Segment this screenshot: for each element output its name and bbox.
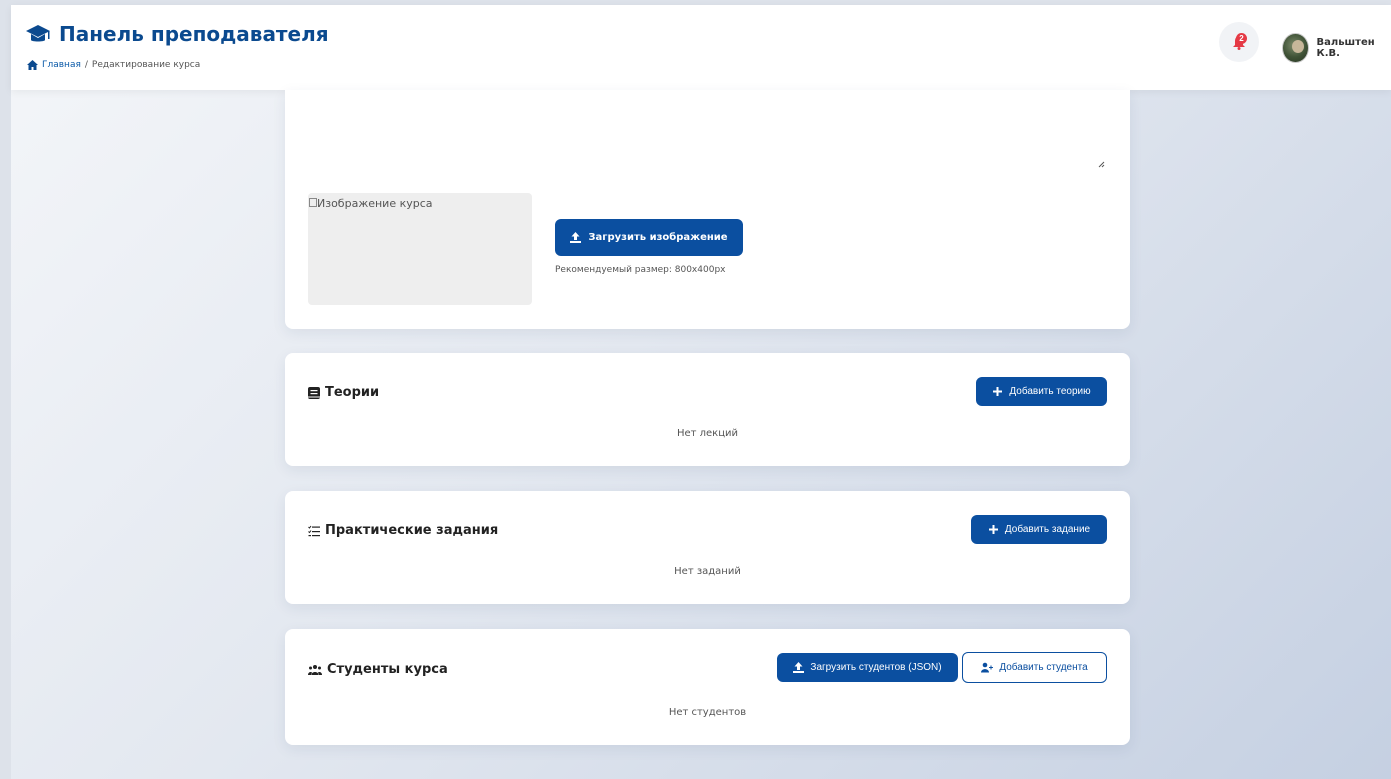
top-header: Панель преподавателя Главная / Редактиро… xyxy=(11,5,1391,90)
breadcrumb-current: Редактирование курса xyxy=(91,60,201,70)
user-name: Вальштен К.В. xyxy=(1316,37,1375,59)
course-image: Изображение курса xyxy=(308,193,532,305)
add-assignment-button[interactable]: Добавить задание xyxy=(971,515,1107,544)
course-image-alt: Изображение курса xyxy=(317,197,433,210)
avatar xyxy=(1282,33,1309,63)
image-size-hint: Рекомендуемый размер: 800x400px xyxy=(555,265,726,275)
assignments-title-text: Практические задания xyxy=(325,523,499,538)
user-plus-icon xyxy=(981,662,994,673)
graduation-cap-icon xyxy=(26,25,50,42)
add-assignment-label: Добавить задание xyxy=(1004,524,1091,535)
add-theory-button[interactable]: Добавить теорию xyxy=(976,377,1107,406)
book-icon xyxy=(308,386,320,399)
page-title: Панель преподавателя xyxy=(59,22,329,46)
upload-icon xyxy=(570,232,582,243)
task-list-icon xyxy=(308,525,320,536)
breadcrumb: Главная / Редактирование курса xyxy=(27,60,200,70)
notifications-button[interactable]: 2 xyxy=(1219,22,1259,62)
user-menu[interactable]: Вальштен К.В. xyxy=(1282,33,1391,63)
plus-icon xyxy=(988,525,998,534)
theories-title-text: Теории xyxy=(325,385,380,400)
assignments-title: Практические задания xyxy=(308,523,498,538)
course-info-card: Изображение курса Загрузить изображение … xyxy=(285,90,1130,329)
theories-card: Теории Добавить теорию Нет лекций xyxy=(285,353,1130,466)
breadcrumb-separator: / xyxy=(84,60,88,70)
upload-image-label: Загрузить изображение xyxy=(588,232,728,243)
students-title: Студенты курса xyxy=(308,662,448,677)
upload-image-button[interactable]: Загрузить изображение xyxy=(555,219,743,256)
assignments-card: Практические задания Добавить задание Не… xyxy=(285,491,1130,604)
home-icon xyxy=(27,60,38,70)
students-empty-state: Нет студентов xyxy=(668,707,747,718)
notification-count-badge: 2 xyxy=(1236,33,1247,44)
theories-empty-state: Нет лекций xyxy=(676,428,739,439)
brand[interactable]: Панель преподавателя xyxy=(25,22,329,46)
add-student-button[interactable]: Добавить студента xyxy=(962,652,1107,683)
plus-icon xyxy=(993,387,1003,396)
upload-students-label: Загрузить студентов (JSON) xyxy=(810,662,942,673)
assignments-empty-state: Нет заданий xyxy=(674,566,741,577)
students-title-text: Студенты курса xyxy=(327,662,448,677)
users-icon xyxy=(308,664,322,675)
breadcrumb-home[interactable]: Главная xyxy=(27,60,81,70)
theories-title: Теории xyxy=(308,385,379,400)
students-card: Студенты курса Загрузить студентов (JSON… xyxy=(285,629,1130,745)
breadcrumb-home-label: Главная xyxy=(42,60,81,70)
upload-icon xyxy=(793,662,805,673)
add-theory-label: Добавить теорию xyxy=(1009,386,1091,397)
add-student-label: Добавить студента xyxy=(999,662,1088,673)
textarea-resize-handle[interactable] xyxy=(1097,160,1105,168)
upload-students-button[interactable]: Загрузить студентов (JSON) xyxy=(777,653,958,682)
broken-image-icon xyxy=(309,198,317,207)
